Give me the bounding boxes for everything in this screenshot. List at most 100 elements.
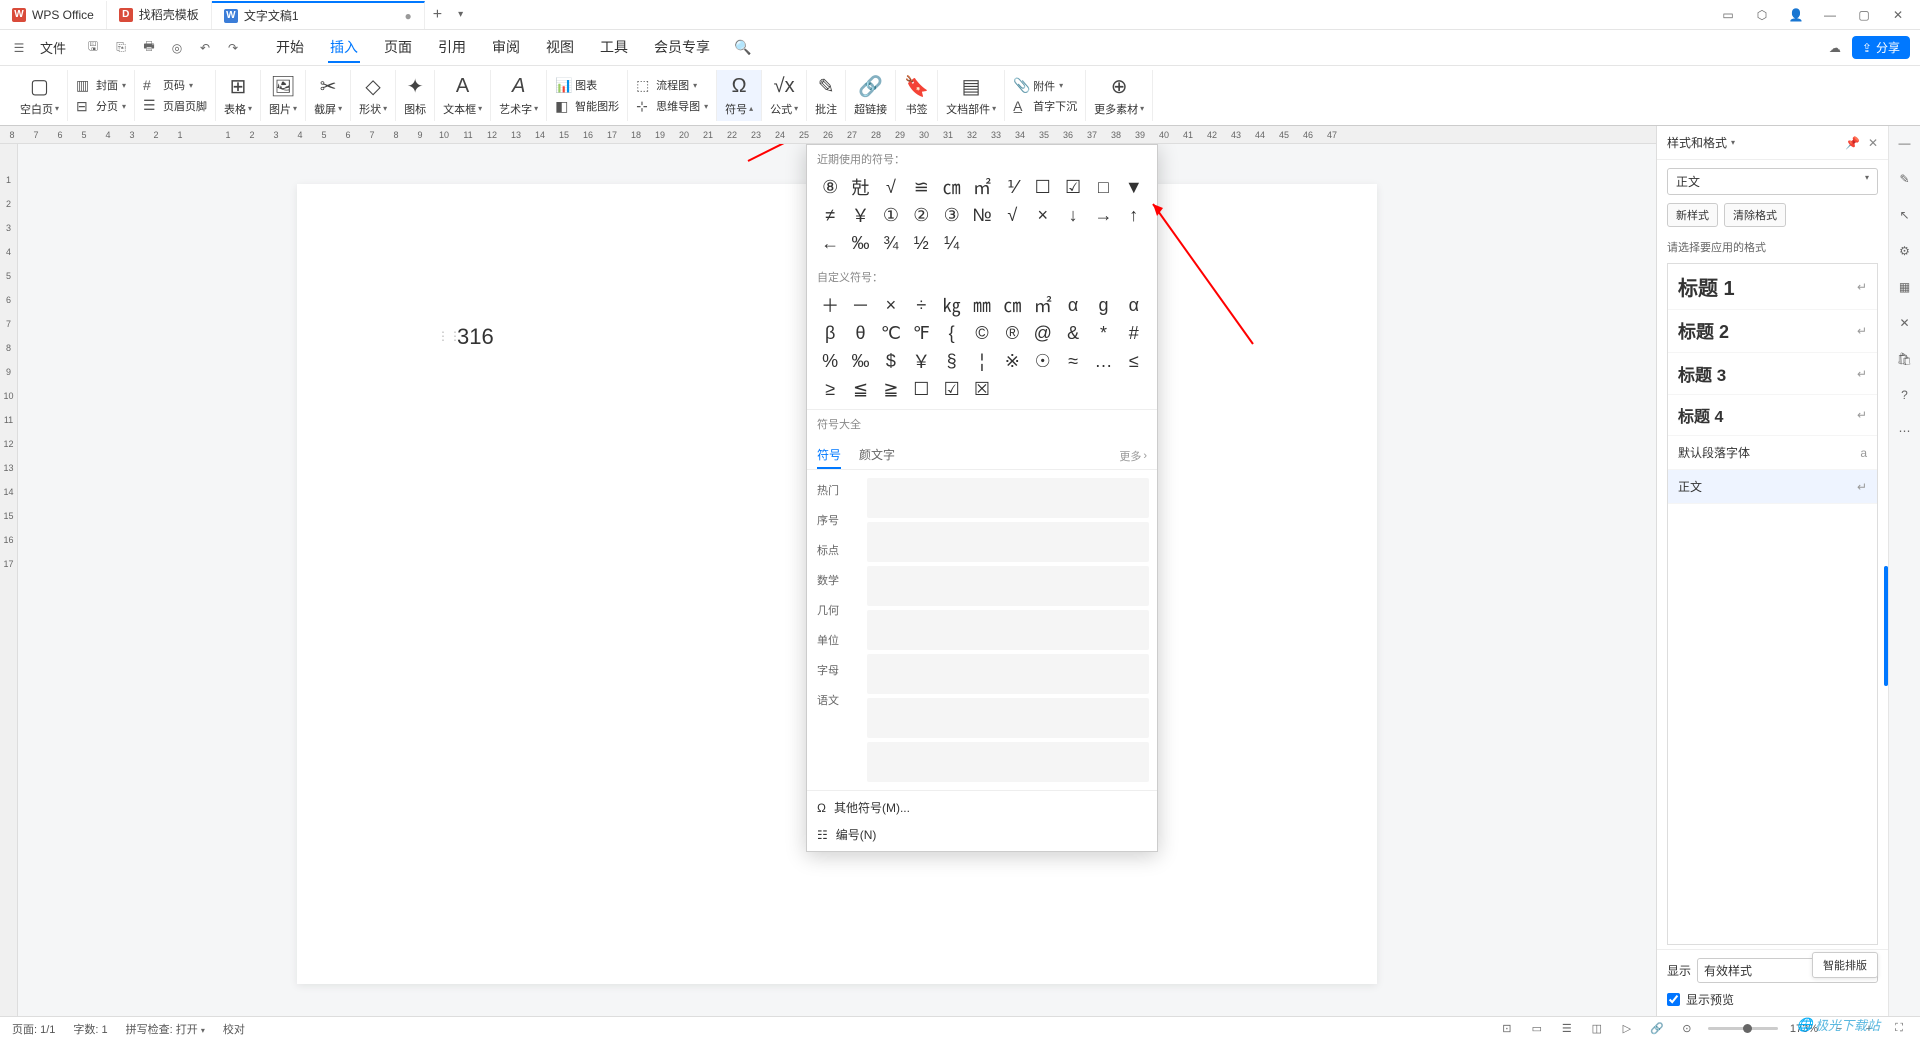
clear-format-button[interactable]: 清除格式 (1724, 203, 1786, 227)
style-item[interactable]: 标题 3↵ (1668, 353, 1877, 395)
menu-tab-tools[interactable]: 工具 (598, 33, 630, 63)
undo-icon[interactable]: ↶ (196, 39, 214, 57)
rail-adjust-icon[interactable]: ⚙ (1896, 242, 1914, 260)
symbol-cell[interactable]: ↓ (1058, 201, 1088, 229)
panel-tab-emoji[interactable]: 颜文字 (859, 442, 895, 469)
symbol-cell[interactable]: θ (845, 319, 875, 347)
menu-tab-member[interactable]: 会员专享 (652, 33, 712, 63)
symbol-row-placeholder[interactable] (867, 698, 1149, 738)
ribbon-mindmap[interactable]: ⊹思维导图▾ (636, 98, 708, 115)
status-words[interactable]: 字数: 1 (73, 1021, 107, 1037)
symbol-category[interactable]: 单位 (815, 628, 863, 652)
symbol-cell[interactable]: ☒ (967, 375, 997, 403)
current-style-select[interactable]: 正文▾ (1667, 168, 1878, 195)
panel-more-link[interactable]: 更多 › (1119, 442, 1147, 469)
search-icon[interactable]: 🔍 (734, 39, 751, 56)
rail-cursor-icon[interactable]: ↖ (1896, 206, 1914, 224)
symbol-cell[interactable]: ¾ (876, 229, 906, 257)
file-menu[interactable]: 文件 (36, 38, 70, 57)
symbol-row-placeholder[interactable] (867, 566, 1149, 606)
ribbon-shape[interactable]: ◇形状▾ (351, 70, 396, 121)
symbol-cell[interactable]: ÷ (906, 291, 936, 319)
close-icon[interactable]: ✕ (1890, 7, 1906, 23)
zoom-slider[interactable] (1708, 1027, 1778, 1030)
panel-tab-symbol[interactable]: 符号 (817, 442, 841, 469)
symbol-cell[interactable]: ≈ (1058, 347, 1088, 375)
symbol-cell[interactable]: ⅟ (997, 173, 1027, 201)
symbol-cell[interactable]: ￥ (906, 347, 936, 375)
ribbon-page-number[interactable]: #页码▾ (143, 77, 207, 93)
tab-app[interactable]: W WPS Office (0, 1, 107, 29)
symbol-cell[interactable]: ↑ (1119, 201, 1149, 229)
status-proofread[interactable]: 校对 (223, 1021, 245, 1037)
symbol-category[interactable]: 几何 (815, 598, 863, 622)
other-symbols-button[interactable]: Ω其他符号(M)... (817, 799, 1147, 816)
symbol-cell[interactable]: ㎏ (936, 291, 966, 319)
rail-pen-icon[interactable]: ✎ (1896, 170, 1914, 188)
symbol-cell[interactable]: ¼ (936, 229, 966, 257)
symbol-cell[interactable]: ≤ (1119, 347, 1149, 375)
symbol-cell[interactable]: ‰ (845, 347, 875, 375)
preview-icon[interactable]: ◎ (168, 39, 186, 57)
symbol-cell[interactable]: ≠ (815, 201, 845, 229)
symbol-category[interactable]: 字母 (815, 658, 863, 682)
style-item[interactable]: 正文↵ (1668, 470, 1877, 504)
symbol-cell[interactable]: 兙 (845, 173, 875, 201)
symbol-cell[interactable]: √ (876, 173, 906, 201)
box-icon[interactable]: ⬡ (1754, 7, 1770, 23)
style-item[interactable]: 标题 2↵ (1668, 310, 1877, 353)
symbol-cell[interactable]: & (1058, 319, 1088, 347)
symbol-cell[interactable]: № (967, 201, 997, 229)
status-outline-icon[interactable]: ☰ (1558, 1020, 1576, 1038)
symbol-cell[interactable]: ※ (997, 347, 1027, 375)
symbol-cell[interactable]: * (1088, 319, 1118, 347)
symbol-cell[interactable]: ① (876, 201, 906, 229)
rail-shop-icon[interactable]: 🛍 (1896, 350, 1914, 368)
style-item[interactable]: 标题 1↵ (1668, 264, 1877, 310)
preview-checkbox[interactable] (1667, 993, 1680, 1006)
symbol-cell[interactable]: @ (1028, 319, 1058, 347)
style-item[interactable]: 标题 4↵ (1668, 395, 1877, 436)
page-area[interactable]: ⋮⋮ 316 近期使用的符号： ⑧兙√≌㎝㎡⅟☐☑□▼≠￥①②③№√×↓→↑←‰… (18, 144, 1656, 1016)
ribbon-comment[interactable]: ✎批注 (807, 70, 846, 121)
menu-tab-page[interactable]: 页面 (382, 33, 414, 63)
symbol-row-placeholder[interactable] (867, 478, 1149, 518)
symbol-cell[interactable]: － (845, 291, 875, 319)
ribbon-symbol[interactable]: Ω符号▴ (717, 70, 762, 121)
symbol-cell[interactable]: ㎝ (936, 173, 966, 201)
symbol-cell[interactable]: □ (1088, 173, 1118, 201)
symbol-cell[interactable]: ⑧ (815, 173, 845, 201)
ribbon-smartart[interactable]: ◧智能图形 (555, 98, 619, 115)
symbol-cell[interactable]: α (1058, 291, 1088, 319)
status-page-icon[interactable]: ▭ (1528, 1020, 1546, 1038)
symbol-cell[interactable]: $ (876, 347, 906, 375)
menu-tab-reference[interactable]: 引用 (436, 33, 468, 63)
ribbon-more[interactable]: ⊕更多素材▾ (1086, 70, 1153, 121)
symbol-cell[interactable]: ㎝ (997, 291, 1027, 319)
reading-mode-icon[interactable]: ▭ (1720, 7, 1736, 23)
menu-tab-review[interactable]: 审阅 (490, 33, 522, 63)
status-page[interactable]: 页面: 1/1 (12, 1021, 55, 1037)
pin-icon[interactable]: 📌 (1845, 136, 1860, 150)
symbol-cell[interactable]: β (815, 319, 845, 347)
smart-layout-button[interactable]: 智能排版 (1812, 952, 1878, 978)
tab-template[interactable]: D 找稻壳模板 (107, 1, 212, 29)
symbol-cell[interactable]: √ (997, 201, 1027, 229)
symbol-row-placeholder[interactable] (867, 522, 1149, 562)
symbol-cell[interactable]: ㎡ (967, 173, 997, 201)
share-button[interactable]: ⇪ 分享 (1852, 36, 1910, 59)
symbol-cell[interactable]: ≧ (876, 375, 906, 403)
symbol-cell[interactable]: ㎜ (967, 291, 997, 319)
ribbon-pagination[interactable]: ⊟分页▾ (76, 98, 126, 115)
symbol-cell[interactable]: § (936, 347, 966, 375)
status-spellcheck[interactable]: 拼写检查: 打开 ▾ (126, 1021, 205, 1037)
status-focus-icon[interactable]: ⊡ (1498, 1020, 1516, 1038)
status-web-icon[interactable]: ◫ (1588, 1020, 1606, 1038)
status-fit-icon[interactable]: ⊙ (1678, 1020, 1696, 1038)
symbol-cell[interactable]: ¦ (967, 347, 997, 375)
symbol-cell[interactable]: ≦ (845, 375, 875, 403)
ribbon-cover[interactable]: ▥封面▾ (76, 77, 126, 94)
symbol-category[interactable]: 数学 (815, 568, 863, 592)
print-icon[interactable]: ⎘ (112, 39, 130, 57)
symbol-row-placeholder[interactable] (867, 742, 1149, 782)
